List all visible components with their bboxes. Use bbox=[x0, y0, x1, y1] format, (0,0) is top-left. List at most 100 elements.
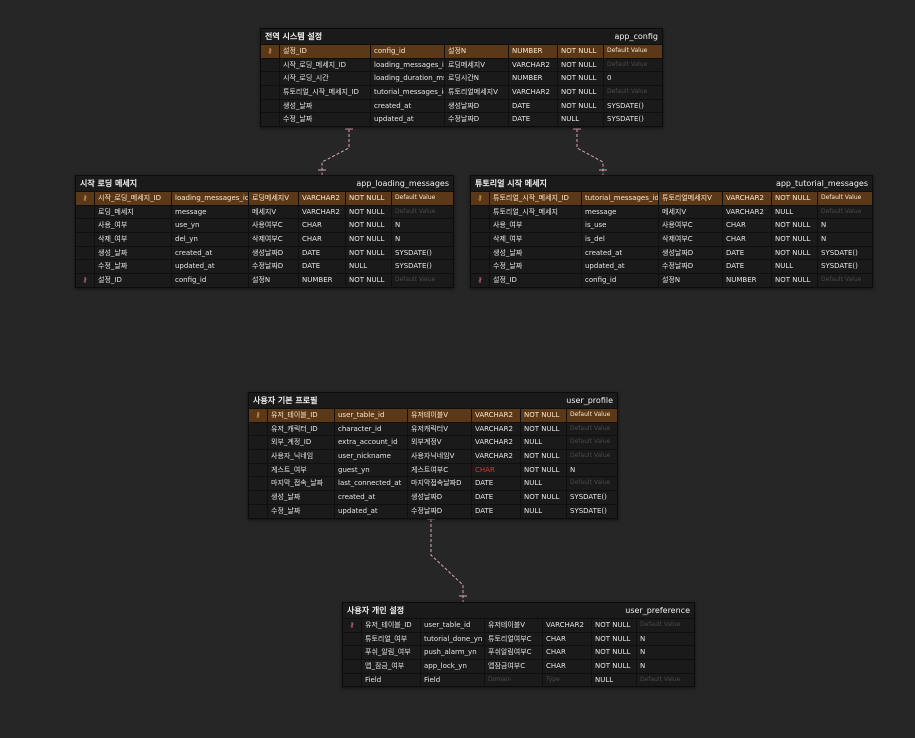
field-logical-name[interactable]: 수정_날짜 bbox=[94, 260, 171, 274]
field-domain[interactable]: 튜토리얼메세지V bbox=[444, 86, 508, 99]
table-row[interactable]: 튜토리얼_시작_메세지_ID tutorial_messages_id 튜토리얼메세… bbox=[261, 85, 662, 99]
field-domain[interactable]: 유저테이블V bbox=[484, 619, 542, 632]
field-nullable[interactable]: NULL bbox=[520, 436, 566, 450]
table-row[interactable]: 수정_날짜 updated_at 수정날짜D DATE NULL SYSDATE() bbox=[261, 112, 662, 127]
diagram-canvas[interactable]: 전역 시스템 설정 app_config ⚷ 설정_ID config_id 설정N NUM… bbox=[0, 0, 915, 738]
field-type[interactable]: VARCHAR2 bbox=[471, 422, 520, 436]
field-type[interactable]: CHAR bbox=[542, 646, 591, 660]
field-type[interactable]: VARCHAR2 bbox=[471, 409, 520, 422]
field-logical-name[interactable]: 푸쉬_알림_여부 bbox=[361, 646, 420, 660]
field-default[interactable]: Default Value bbox=[817, 192, 872, 205]
field-logical-name[interactable]: 유저_테이블_ID bbox=[267, 409, 334, 422]
field-physical-name[interactable]: guest_yn bbox=[334, 463, 407, 477]
field-physical-name[interactable]: config_id bbox=[370, 45, 444, 58]
field-default[interactable]: Default Value bbox=[566, 436, 617, 450]
field-default[interactable]: Default Value bbox=[566, 422, 617, 436]
field-physical-name[interactable]: push_alarm_yn bbox=[420, 646, 484, 660]
field-type[interactable]: DATE bbox=[298, 260, 345, 274]
entity-header[interactable]: 전역 시스템 설정 app_config bbox=[261, 29, 662, 44]
field-default[interactable]: Default Value bbox=[603, 86, 658, 99]
field-type[interactable]: CHAR bbox=[542, 632, 591, 646]
table-row[interactable]: 생성_날짜 created_at 생성날짜D DATE NOT NULL SYSDATE(… bbox=[76, 245, 453, 260]
field-physical-name[interactable]: loading_messages_id bbox=[171, 192, 248, 205]
field-nullable[interactable]: NOT NULL bbox=[771, 233, 817, 246]
field-logical-name[interactable]: 설정_ID bbox=[489, 274, 581, 287]
field-domain[interactable]: 삭제여부C bbox=[658, 233, 722, 246]
table-row[interactable]: 시작_로딩_시간 loading_duration_ms 로딩시간N NUMBER NO… bbox=[261, 71, 662, 86]
table-row[interactable]: 유저_캐릭터_ID character_id 유저캐릭터V VARCHAR2 NOT N… bbox=[249, 421, 617, 436]
field-default[interactable]: SYSDATE() bbox=[391, 246, 449, 260]
field-default[interactable]: Default Value bbox=[603, 45, 658, 58]
field-default[interactable]: Default Value bbox=[566, 477, 617, 491]
field-default[interactable]: SYSDATE() bbox=[817, 246, 872, 260]
field-domain[interactable]: 로딩메세지V bbox=[248, 192, 298, 205]
field-type[interactable]: NUMBER bbox=[298, 274, 345, 287]
field-nullable[interactable]: NULL bbox=[771, 205, 817, 219]
field-nullable[interactable]: NULL bbox=[591, 673, 636, 687]
table-row[interactable]: ⚷ 튜토리얼_시작_메세지_ID tutorial_messages_id 튜토리얼메… bbox=[471, 191, 872, 205]
field-physical-name[interactable]: loading_duration_ms bbox=[370, 72, 444, 86]
table-row[interactable]: 수정_날짜 updated_at 수정날짜D DATE NULL SYSDATE() bbox=[76, 259, 453, 274]
table-row[interactable]: 외부_계정_ID extra_account_id 외부계정V VARCHAR2 NUL… bbox=[249, 435, 617, 450]
field-logical-name[interactable]: 유저_테이블_ID bbox=[361, 619, 420, 632]
field-logical-name[interactable]: 시작_로딩_메세지_ID bbox=[279, 58, 370, 72]
field-logical-name[interactable]: 수정_날짜 bbox=[279, 113, 370, 127]
table-row[interactable]: 로딩_메세지 message 메세지V VARCHAR2 NOT NULL Default… bbox=[76, 204, 453, 219]
field-logical-name[interactable]: 유저_캐릭터_ID bbox=[267, 422, 334, 436]
field-logical-name[interactable]: 생성_날짜 bbox=[489, 246, 581, 260]
field-default[interactable]: N bbox=[391, 233, 449, 246]
field-nullable[interactable]: NOT NULL bbox=[771, 246, 817, 260]
field-domain[interactable]: 메세지V bbox=[248, 205, 298, 219]
field-physical-name[interactable]: tutorial_done_yn bbox=[420, 632, 484, 646]
field-domain[interactable]: 삭제여부C bbox=[248, 233, 298, 246]
field-default[interactable]: SYSDATE() bbox=[566, 504, 617, 518]
table-row[interactable]: ⚷ 설정_ID config_id 설정N NUMBER NOT NULL Default … bbox=[261, 44, 662, 58]
field-physical-name[interactable]: extra_account_id bbox=[334, 436, 407, 450]
table-row[interactable]: ⚷ 시작_로딩_메세지_ID loading_messages_id 로딩메세지V VA… bbox=[76, 191, 453, 205]
field-nullable[interactable]: NOT NULL bbox=[345, 246, 391, 260]
field-logical-name[interactable]: 삭제_여부 bbox=[489, 233, 581, 246]
field-logical-name[interactable]: 튜토리얼_시작_메세지_ID bbox=[489, 192, 581, 205]
field-physical-name[interactable]: updated_at bbox=[171, 260, 248, 274]
table-row[interactable]: 튜토리얼_여부 tutorial_done_yn 튜토리얼여부C CHAR NOT NU… bbox=[343, 631, 694, 646]
entity-user-profile[interactable]: 사용자 기본 프로필 user_profile ⚷ 유저_테이블_ID user_tab… bbox=[248, 392, 618, 519]
field-default[interactable]: Default Value bbox=[566, 409, 617, 422]
field-logical-name[interactable]: 설정_ID bbox=[279, 45, 370, 58]
table-row[interactable]: 사용_여부 is_use 사용여부C CHAR NOT NULL N bbox=[471, 218, 872, 233]
field-logical-name[interactable]: 로딩_메세지 bbox=[94, 205, 171, 219]
field-physical-name[interactable]: config_id bbox=[581, 274, 658, 287]
field-domain[interactable]: 수정날짜D bbox=[444, 113, 508, 127]
field-logical-name[interactable]: 튜토리얼_시작_메세지_ID bbox=[279, 86, 370, 99]
field-nullable[interactable]: NOT NULL bbox=[345, 233, 391, 246]
field-domain[interactable]: 사용여부C bbox=[248, 219, 298, 233]
field-domain[interactable]: 로딩시간N bbox=[444, 72, 508, 86]
field-type[interactable]: VARCHAR2 bbox=[542, 619, 591, 632]
table-row[interactable]: 마지막_접속_날짜 last_connected_at 마지막접속날짜D DATE NU… bbox=[249, 476, 617, 491]
field-logical-name[interactable]: 게스트_여부 bbox=[267, 463, 334, 477]
field-default[interactable]: N bbox=[636, 660, 694, 673]
entity-header[interactable]: 사용자 기본 프로필 user_profile bbox=[249, 393, 617, 408]
field-default[interactable]: Default Value bbox=[817, 274, 872, 287]
field-logical-name[interactable]: 수정_날짜 bbox=[489, 260, 581, 274]
field-logical-name[interactable]: 설정_ID bbox=[94, 274, 171, 287]
field-nullable[interactable]: NOT NULL bbox=[520, 463, 566, 477]
field-domain[interactable]: 설정N bbox=[658, 274, 722, 287]
field-logical-name[interactable]: 생성_날짜 bbox=[267, 491, 334, 504]
field-default[interactable]: SYSDATE() bbox=[603, 99, 658, 113]
field-default[interactable]: Default Value bbox=[391, 274, 449, 287]
field-nullable[interactable]: NOT NULL bbox=[520, 409, 566, 422]
entity-app-config[interactable]: 전역 시스템 설정 app_config ⚷ 설정_ID config_id 설정N NUM… bbox=[260, 28, 663, 128]
field-type[interactable]: VARCHAR2 bbox=[722, 205, 771, 219]
field-domain[interactable]: 튜토리얼메세지V bbox=[658, 192, 722, 205]
field-type[interactable]: CHAR bbox=[722, 233, 771, 246]
field-type[interactable]: CHAR bbox=[722, 219, 771, 233]
table-row[interactable]: 생성_날짜 created_at 생성날짜D DATE NOT NULL SYSDATE(… bbox=[471, 245, 872, 260]
table-row[interactable]: Field Field Domain Type NULL Default Value bbox=[343, 672, 694, 687]
field-type[interactable]: VARCHAR2 bbox=[722, 192, 771, 205]
table-row[interactable]: 삭제_여부 del_yn 삭제여부C CHAR NOT NULL N bbox=[76, 232, 453, 246]
table-row[interactable]: 생성_날짜 created_at 생성날짜D DATE NOT NULL SYSDATE(… bbox=[249, 490, 617, 504]
field-default[interactable]: N bbox=[636, 646, 694, 660]
table-row[interactable]: 삭제_여부 is_del 삭제여부C CHAR NOT NULL N bbox=[471, 232, 872, 246]
field-logical-name[interactable]: 마지막_접속_날짜 bbox=[267, 477, 334, 491]
field-logical-name[interactable]: 사용_여부 bbox=[489, 219, 581, 233]
